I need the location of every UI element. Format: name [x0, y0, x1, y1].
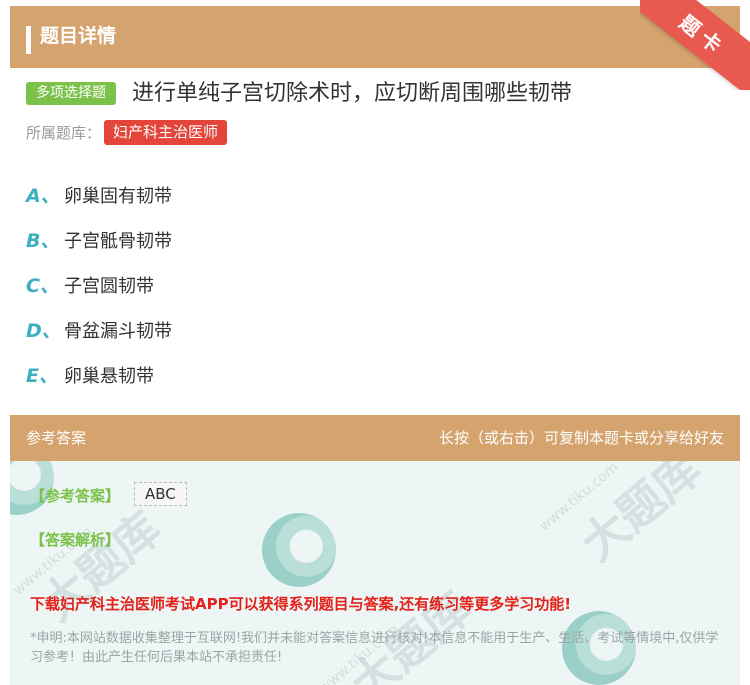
option-letter: D、	[26, 320, 61, 342]
option-b[interactable]: B、 子宫骶骨韧带	[26, 217, 726, 262]
option-letter: E、	[26, 365, 58, 387]
page-title: 题目详情	[40, 25, 117, 47]
question-row: 多项选择题 进行单纯子宫切除术时，应切断周围哪些韧带	[26, 80, 726, 110]
question-text: 进行单纯子宫切除术时，应切断周围哪些韧带	[132, 81, 573, 106]
disclaimer-text: *申明:本网站数据收集整理于互联网!我们并未能对答案信息进行核对!本信息不能用于…	[30, 631, 719, 665]
option-d[interactable]: D、 骨盆漏斗韧带	[26, 307, 726, 352]
question-type-badge: 多项选择题	[26, 82, 116, 105]
analysis-label: 【答案解析】	[30, 531, 121, 549]
option-letter: C、	[26, 275, 59, 297]
answer-body: 大题库 大题库 大题库 www.tiku.com www.tiku.com ww…	[10, 461, 740, 685]
option-text: 卵巢固有韧带	[64, 185, 172, 207]
corner-ribbon[interactable]: 题卡	[640, 0, 750, 90]
option-letter: A、	[26, 185, 60, 207]
option-text: 卵巢悬韧带	[64, 365, 154, 387]
bank-label: 所属题库：	[26, 124, 102, 142]
answer-value: ABC	[134, 482, 187, 506]
corner-ribbon-wrap: 题卡	[640, 0, 750, 90]
options-list: A、 卵巢固有韧带 B、 子宫骶骨韧带 C、 子宫圆韧带 D、 骨盆漏斗韧带 E…	[26, 172, 726, 397]
header-accent-bar	[26, 26, 31, 54]
app-download-promo[interactable]: 下载妇产科主治医师考试APP可以获得系列题目与答案,还有练习等更多学习功能!	[30, 593, 571, 614]
bank-tag[interactable]: 妇产科主治医师	[104, 120, 228, 145]
option-letter: B、	[26, 230, 60, 252]
option-c[interactable]: C、 子宫圆韧带	[26, 262, 726, 307]
answer-label: 【参考答案】	[30, 487, 121, 505]
watermark-logo-icon	[262, 513, 336, 587]
answer-header: 参考答案 长按（或右击）可复制本题卡或分享给好友	[10, 415, 740, 461]
option-text: 子宫圆韧带	[64, 275, 154, 297]
answer-section-title: 参考答案	[26, 429, 87, 447]
option-a[interactable]: A、 卵巢固有韧带	[26, 172, 726, 217]
option-text: 子宫骶骨韧带	[64, 230, 172, 252]
option-text: 骨盆漏斗韧带	[64, 320, 172, 342]
share-hint: 长按（或右击）可复制本题卡或分享给好友	[438, 429, 724, 447]
option-e[interactable]: E、 卵巢悬韧带	[26, 352, 726, 397]
page-header: 题目详情	[10, 6, 740, 68]
